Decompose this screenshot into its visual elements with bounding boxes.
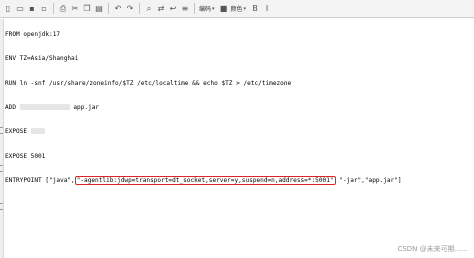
encoding-menu[interactable]: 编码 (199, 4, 211, 13)
code-line[interactable]: ADD x app.jar (5, 104, 471, 112)
print-icon[interactable]: ⎙ (58, 4, 68, 14)
gutter-marker (0, 133, 3, 134)
editor-gutter (0, 19, 4, 258)
bold-icon[interactable]: B (250, 4, 260, 14)
undo-icon[interactable]: ↶ (113, 4, 123, 14)
code-keyword: ADD (5, 104, 17, 112)
copy-icon[interactable]: ❐ (82, 4, 92, 14)
code-line[interactable]: ENTRYPOINT ["java", "-agentlib:jdwp=trans… (5, 175, 471, 185)
toolbar-separator (139, 3, 140, 14)
chevron-down-icon[interactable]: ▾ (244, 6, 247, 12)
toolbar-separator (194, 3, 195, 14)
gutter-marker (0, 127, 3, 128)
color-menu[interactable]: 颜色 (231, 4, 243, 13)
redo-icon[interactable]: ↷ (125, 4, 135, 14)
code-line[interactable]: EXPOSE x (5, 128, 471, 136)
save-all-icon[interactable]: ▫ (39, 4, 49, 14)
watermark: CSDN @未来可期...... (397, 245, 468, 253)
find-icon[interactable]: ⌕ (144, 4, 154, 14)
gutter-marker (0, 171, 3, 172)
wrap-icon[interactable]: ↩ (168, 4, 178, 14)
text-editor[interactable]: FROM openjdk:17 ENV TZ=Asia/Shanghai RUN… (5, 15, 471, 193)
paste-icon[interactable]: ▤ (94, 4, 104, 14)
code-line[interactable]: RUN ln -snf /usr/share/zoneinfo/$TZ /etc… (5, 80, 471, 88)
code-line[interactable]: FROM openjdk:17 (5, 31, 471, 39)
toolbar-separator (53, 3, 54, 14)
code-text: app.jar (69, 104, 100, 112)
redacted-text: x (19, 104, 70, 111)
italic-icon[interactable]: I (262, 4, 272, 14)
chevron-down-icon[interactable]: ▾ (212, 6, 215, 12)
cut-icon[interactable]: ✂ (70, 4, 80, 14)
open-file-icon[interactable]: ▭ (15, 4, 25, 14)
code-line[interactable]: EXPOSE 5001 (5, 153, 471, 161)
highlighted-agentlib-arg: "-agentlib:jdwp=transport=dt_socket,serv… (74, 175, 336, 185)
gutter-marker (0, 209, 3, 210)
gutter-marker (0, 203, 3, 204)
redacted-text: x (30, 128, 45, 135)
code-text: ENTRYPOINT ["java", (5, 176, 75, 184)
color-swatch-icon[interactable]: ■ (219, 4, 229, 14)
list-icon[interactable]: ≡ (180, 4, 190, 14)
new-file-icon[interactable]: ▯ (3, 4, 13, 14)
code-text: "-jar","app.jar"] (335, 176, 402, 184)
toolbar-separator (108, 3, 109, 14)
save-icon[interactable]: ▪ (27, 4, 37, 14)
replace-icon[interactable]: ⇄ (156, 4, 166, 14)
code-keyword: EXPOSE (5, 128, 28, 136)
code-line[interactable]: ENV TZ=Asia/Shanghai (5, 55, 471, 63)
gutter-marker (0, 165, 3, 166)
